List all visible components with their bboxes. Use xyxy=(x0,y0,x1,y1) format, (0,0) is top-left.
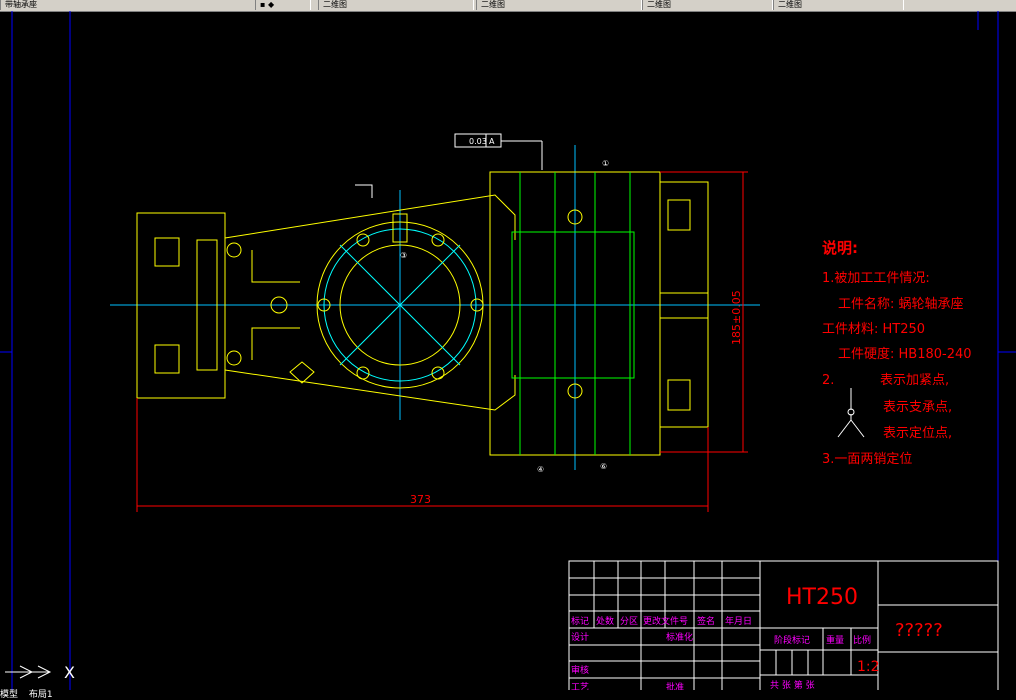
svg-text:重量: 重量 xyxy=(826,634,844,646)
svg-text:处数: 处数 xyxy=(596,615,614,627)
svg-text:表示支承点,: 表示支承点, xyxy=(883,400,952,415)
toolbar-icons[interactable]: ▪ ◆ xyxy=(255,0,311,10)
svg-text:表示加紧点,: 表示加紧点, xyxy=(880,373,949,388)
svg-text:0.03: 0.03 xyxy=(469,137,487,146)
svg-text:工艺: 工艺 xyxy=(571,682,589,690)
svg-text:X: X xyxy=(64,663,75,682)
svg-text:比例: 比例 xyxy=(853,634,871,646)
layout-tabs: 模型 布局1 xyxy=(0,690,140,700)
datum-marks: ① ④ ⑥ ③ xyxy=(400,159,609,474)
svg-text:工件名称: 蜗轮轴承座: 工件名称: 蜗轮轴承座 xyxy=(838,296,964,312)
tab-drawing-4[interactable]: 二维图 xyxy=(773,0,904,10)
tab-document[interactable]: 带轴承座 xyxy=(0,0,256,10)
tab-model[interactable]: 模型 xyxy=(0,690,18,700)
title-block-text: HT250 ????? 1:2 标记 处数 分区 更改文件号 签名 年月日 设计… xyxy=(571,585,943,690)
tab-layout-1[interactable]: 布局1 xyxy=(29,690,53,700)
svg-text:表示定位点,: 表示定位点, xyxy=(883,426,952,441)
svg-text:1.被加工工件情况:: 1.被加工工件情况: xyxy=(822,271,930,286)
svg-text:185±0.05: 185±0.05 xyxy=(730,290,743,345)
svg-text:批准: 批准 xyxy=(666,681,684,690)
open-folder-icon[interactable]: ▪ xyxy=(260,0,265,9)
svg-text:设计: 设计 xyxy=(571,631,589,643)
svg-text:签名: 签名 xyxy=(697,615,715,627)
ucs-icon: X xyxy=(5,663,75,682)
svg-text:阶段标记: 阶段标记 xyxy=(774,634,810,646)
settings-icon[interactable]: ◆ xyxy=(268,0,274,9)
tab-drawing-1[interactable]: 二维图 xyxy=(318,0,474,10)
svg-text:说明:: 说明: xyxy=(822,239,858,257)
svg-text:373: 373 xyxy=(410,493,431,506)
drawing-canvas[interactable]: 0.03 A ① ④ ⑥ ③ 373 185±0.05 说明: 1.被加工工件情… xyxy=(0,11,1016,690)
svg-text:?????: ????? xyxy=(895,620,943,641)
svg-text:共 张 第 张: 共 张 第 张 xyxy=(770,679,815,690)
right-housing xyxy=(489,171,709,456)
svg-text:分区: 分区 xyxy=(620,616,638,627)
tab-drawing-2[interactable]: 二维图 xyxy=(476,0,642,10)
tab-drawing-3[interactable]: 二维图 xyxy=(642,0,773,10)
svg-text:标记: 标记 xyxy=(571,615,589,627)
svg-text:年月日: 年月日 xyxy=(725,615,752,627)
svg-text:2.: 2. xyxy=(822,373,834,388)
svg-text:更改文件号: 更改文件号 xyxy=(643,615,688,627)
svg-text:标准化: 标准化 xyxy=(666,631,693,643)
center-lines xyxy=(110,145,760,470)
notes: 说明: 1.被加工工件情况: 工件名称: 蜗轮轴承座 工件材料: HT250 工… xyxy=(822,239,972,467)
clamp-arrow xyxy=(355,184,373,198)
symbol-legend xyxy=(837,388,865,438)
svg-text:工件硬度: HB180-240: 工件硬度: HB180-240 xyxy=(838,346,972,362)
svg-text:①: ① xyxy=(602,159,609,168)
svg-text:HT250: HT250 xyxy=(786,585,858,610)
svg-text:⑥: ⑥ xyxy=(600,462,607,471)
svg-text:工件材料: HT250: 工件材料: HT250 xyxy=(822,322,925,337)
tolerance-frame: 0.03 A xyxy=(454,133,543,170)
svg-text:审核: 审核 xyxy=(571,664,589,676)
svg-text:④: ④ xyxy=(537,465,544,474)
svg-text:1:2: 1:2 xyxy=(857,659,880,675)
svg-text:③: ③ xyxy=(400,251,407,260)
svg-text:A: A xyxy=(489,137,495,146)
svg-text:3.一面两销定位: 3.一面两销定位 xyxy=(822,452,912,467)
